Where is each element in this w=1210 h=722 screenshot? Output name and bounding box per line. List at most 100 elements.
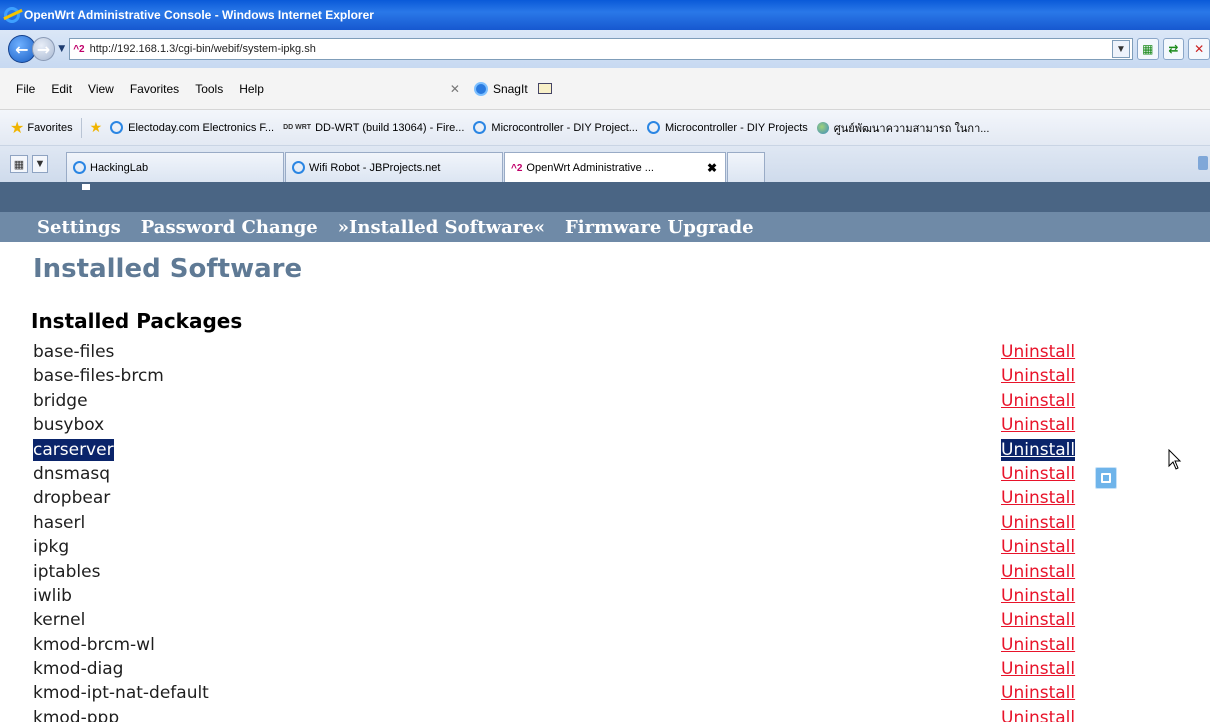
stop-icon[interactable]: ✕ bbox=[1188, 38, 1210, 60]
toolbar-close-icon[interactable]: ✕ bbox=[450, 82, 460, 96]
favorite-link-microcontroller-2[interactable]: Microcontroller - DIY Projects bbox=[646, 121, 808, 134]
package-row: bridge Uninstall bbox=[0, 390, 1210, 414]
package-name: bridge bbox=[33, 390, 88, 411]
history-dropdown-icon[interactable]: ▼ bbox=[58, 44, 65, 54]
menu-edit[interactable]: Edit bbox=[51, 82, 72, 96]
uninstall-link[interactable]: Uninstall bbox=[1001, 707, 1075, 722]
favorite-link-microcontroller-1[interactable]: Microcontroller - DIY Project... bbox=[473, 121, 638, 134]
window-title: OpenWrt Administrative Console - Windows… bbox=[24, 8, 374, 22]
tab-list-dropdown-icon[interactable]: ▼ bbox=[32, 155, 48, 173]
package-row: kmod-brcm-wl Uninstall bbox=[0, 634, 1210, 658]
nav-password-change[interactable]: Password Change bbox=[141, 217, 318, 238]
package-row: kmod-ppp Uninstall bbox=[0, 707, 1210, 722]
forward-button[interactable]: → bbox=[31, 37, 56, 61]
package-row: base-files Uninstall bbox=[0, 341, 1210, 365]
uninstall-link[interactable]: Uninstall bbox=[1001, 463, 1075, 485]
menu-favorites[interactable]: Favorites bbox=[130, 82, 179, 96]
tab-label: HackingLab bbox=[90, 161, 149, 174]
page-title: Installed Software bbox=[33, 254, 303, 284]
add-favorite-icon[interactable]: ★ bbox=[90, 119, 103, 136]
package-name: haserl bbox=[33, 512, 86, 533]
uninstall-link[interactable]: Uninstall bbox=[1001, 585, 1075, 607]
uninstall-link[interactable]: Uninstall bbox=[1001, 561, 1075, 583]
package-row: ipkg Uninstall bbox=[0, 536, 1210, 560]
ddwrt-icon: DD WRT bbox=[283, 124, 312, 131]
webif-nav: Settings Password Change »Installed Soft… bbox=[0, 212, 1210, 242]
ie-page-icon bbox=[73, 161, 86, 174]
favorite-link-electoday[interactable]: Electoday.com Electronics F... bbox=[110, 121, 274, 134]
menu-help[interactable]: Help bbox=[239, 82, 264, 96]
nav-firmware-upgrade[interactable]: Firmware Upgrade bbox=[565, 217, 754, 238]
web-content: Settings Password Change »Installed Soft… bbox=[0, 182, 1210, 722]
uninstall-link[interactable]: Uninstall bbox=[1001, 512, 1075, 534]
uninstall-link[interactable]: Uninstall bbox=[1001, 609, 1075, 631]
ie-logo-icon bbox=[4, 7, 20, 23]
tab-label: Wifi Robot - JBProjects.net bbox=[309, 161, 441, 174]
package-name: base-files-brcm bbox=[33, 366, 164, 387]
menu-tools[interactable]: Tools bbox=[195, 82, 223, 96]
package-row: kmod-diag Uninstall bbox=[0, 658, 1210, 682]
snagit-icon bbox=[473, 81, 488, 96]
tab-hackinglab[interactable]: HackingLab bbox=[66, 152, 284, 182]
favorite-link-label: DD-WRT (build 13064) - Fire... bbox=[315, 121, 465, 134]
new-tab-button[interactable] bbox=[727, 152, 765, 182]
snagit-button[interactable]: SnagIt bbox=[473, 81, 528, 96]
favorite-link-thai[interactable]: ศูนย์พัฒนาความสามารถ ในกา... bbox=[816, 119, 990, 137]
ie-page-icon bbox=[473, 121, 487, 134]
ie-page-icon bbox=[110, 121, 124, 134]
favorites-button[interactable]: Favorites bbox=[27, 122, 72, 134]
quick-tabs-icon[interactable]: ▦ bbox=[10, 155, 28, 173]
package-row: iwlib Uninstall bbox=[0, 585, 1210, 609]
package-name: base-files bbox=[33, 342, 115, 362]
home-icon[interactable] bbox=[1198, 156, 1208, 170]
ie-page-icon bbox=[292, 161, 305, 174]
package-list: base-files Uninstall base-files-brcm Uninst… bbox=[0, 341, 1210, 722]
ie-page-icon bbox=[646, 121, 660, 134]
address-bar: ← → ▼ ^2 http://192.168.1.3/cgi-bin/webi… bbox=[0, 30, 1210, 68]
favorites-separator bbox=[80, 117, 82, 138]
favorites-bar: ★ Favorites ★ Electoday.com Electronics … bbox=[0, 110, 1210, 146]
menu-file[interactable]: File bbox=[16, 82, 35, 96]
favorite-link-label: ศูนย์พัฒนาความสามารถ ในกา... bbox=[833, 122, 990, 135]
menu-bar: File Edit View Favorites Tools Help ✕ Sn… bbox=[0, 68, 1210, 110]
package-row: dropbear Uninstall bbox=[0, 487, 1210, 511]
uninstall-link[interactable]: Uninstall bbox=[1001, 390, 1075, 412]
site-favicon-icon: ^2 bbox=[73, 43, 85, 55]
compatibility-view-icon[interactable]: ▦ bbox=[1136, 38, 1159, 60]
snagit-capture-icon[interactable] bbox=[537, 83, 552, 94]
package-name: dnsmasq bbox=[33, 463, 111, 484]
tab-close-icon[interactable]: ✖ bbox=[707, 161, 717, 175]
tab-wifi-robot[interactable]: Wifi Robot - JBProjects.net bbox=[285, 152, 503, 182]
favorites-star-icon[interactable]: ★ bbox=[10, 118, 24, 138]
tab-openwrt[interactable]: ^2 OpenWrt Administrative ... ✖ bbox=[504, 152, 726, 183]
uninstall-link[interactable]: Uninstall bbox=[1001, 658, 1075, 680]
url-dropdown-icon[interactable]: ▼ bbox=[1111, 40, 1130, 58]
uninstall-link[interactable]: Uninstall bbox=[1001, 682, 1075, 704]
uninstall-link[interactable]: Uninstall bbox=[1001, 341, 1075, 363]
snagit-label: SnagIt bbox=[492, 81, 528, 96]
refresh-icon[interactable]: ⇄ bbox=[1162, 38, 1185, 60]
menu-view[interactable]: View bbox=[88, 82, 114, 96]
uninstall-link[interactable]: Uninstall bbox=[1001, 487, 1075, 509]
nav-settings[interactable]: Settings bbox=[37, 217, 121, 238]
url-text[interactable]: http://192.168.1.3/cgi-bin/webif/system-… bbox=[90, 43, 316, 55]
package-row: dnsmasq Uninstall bbox=[0, 463, 1210, 487]
favorite-link-ddwrt[interactable]: DD WRT DD-WRT (build 13064) - Fire... bbox=[283, 122, 464, 134]
package-row: base-files-brcm Uninstall bbox=[0, 365, 1210, 389]
package-name: kmod-brcm-wl bbox=[33, 634, 155, 655]
nav-installed-software[interactable]: »Installed Software« bbox=[338, 217, 545, 238]
uninstall-link[interactable]: Uninstall bbox=[1001, 414, 1075, 436]
package-name: carserver bbox=[33, 438, 114, 461]
uninstall-link[interactable]: Uninstall bbox=[1001, 438, 1076, 461]
uninstall-link[interactable]: Uninstall bbox=[1001, 536, 1075, 558]
accelerator-icon[interactable] bbox=[1095, 467, 1117, 489]
uninstall-link[interactable]: Uninstall bbox=[1001, 634, 1075, 656]
package-name: dropbear bbox=[33, 488, 111, 509]
package-name: ipkg bbox=[33, 537, 70, 558]
url-field[interactable]: ^2 http://192.168.1.3/cgi-bin/webif/syst… bbox=[69, 38, 1133, 60]
section-title: Installed Packages bbox=[31, 309, 243, 333]
package-row: carserver Uninstall bbox=[0, 438, 1210, 463]
uninstall-link[interactable]: Uninstall bbox=[1001, 365, 1075, 387]
favorite-link-label: Electoday.com Electronics F... bbox=[128, 121, 275, 134]
package-row: iptables Uninstall bbox=[0, 561, 1210, 585]
